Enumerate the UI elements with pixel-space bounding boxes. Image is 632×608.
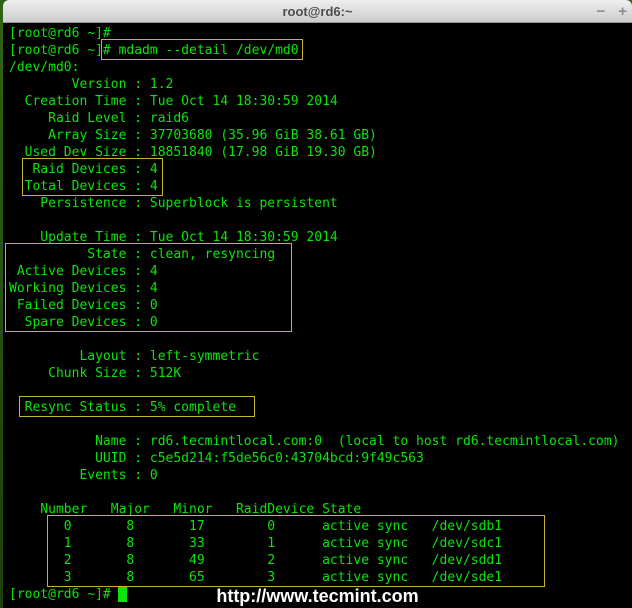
window-title: root@rd6:~ bbox=[282, 3, 353, 19]
terminal-line: Spare Devices : 0 bbox=[9, 315, 158, 330]
terminal-line: Events : 0 bbox=[9, 468, 158, 483]
watermark-text: http://www.tecmint.com bbox=[216, 586, 419, 606]
terminal-line: UUID : c5e5d214:f5de56c0:43704bcd:9f49c5… bbox=[9, 451, 424, 466]
terminal-line: Total Devices : 4 bbox=[9, 179, 158, 194]
terminal-line: Chunk Size : 512K bbox=[9, 366, 182, 381]
terminal-line: /dev/md0: bbox=[9, 60, 80, 75]
terminal-line: Name : rd6.tecmintlocal.com:0 (local to … bbox=[9, 434, 620, 449]
terminal-line: Creation Time : Tue Oct 14 18:30:59 2014 bbox=[9, 94, 338, 109]
terminal-line: Active Devices : 4 bbox=[9, 264, 158, 279]
terminal-line: 1 8 33 1 active sync /dev/sdc1 bbox=[9, 536, 503, 551]
maximize-icon[interactable]: + bbox=[618, 4, 627, 19]
terminal-line: 3 8 65 3 active sync /dev/sde1 bbox=[9, 570, 503, 585]
terminal-line: Working Devices : 4 bbox=[9, 281, 158, 296]
terminal-line: [root@rd6 ~]# bbox=[9, 26, 119, 41]
terminal-line: Resync Status : 5% complete bbox=[9, 400, 236, 415]
terminal-line: Raid Level : raid6 bbox=[9, 111, 190, 126]
terminal-line: Used Dev Size : 18851840 (17.98 GiB 19.3… bbox=[9, 145, 377, 160]
terminal-line: Persistence : Superblock is persistent bbox=[9, 196, 338, 211]
terminal-line: Raid Devices : 4 bbox=[9, 162, 158, 177]
terminal-cursor bbox=[118, 587, 128, 602]
terminal-line: [root@rd6 ~]# mdadm --detail /dev/md0 bbox=[9, 43, 299, 58]
terminal-line: Layout : left-symmetric bbox=[9, 349, 260, 364]
terminal-screen[interactable]: [root@rd6 ~]# [root@rd6 ~]# mdadm --deta… bbox=[3, 23, 632, 608]
minimize-icon[interactable]: − bbox=[596, 4, 605, 19]
terminal-line: 0 8 17 0 active sync /dev/sdb1 bbox=[9, 519, 503, 534]
terminal-line: Number Major Minor RaidDevice State bbox=[9, 502, 362, 517]
terminal-line: Failed Devices : 0 bbox=[9, 298, 158, 313]
terminal-line: State : clean, resyncing bbox=[9, 247, 276, 262]
terminal-line: Update Time : Tue Oct 14 18:30:59 2014 bbox=[9, 230, 338, 245]
window-titlebar[interactable]: root@rd6:~ − + bbox=[3, 0, 632, 23]
terminal-line: Version : 1.2 bbox=[9, 77, 174, 92]
terminal-line: 2 8 49 2 active sync /dev/sdd1 bbox=[9, 553, 503, 568]
terminal-window: root@rd6:~ − + [root@rd6 ~]# [root@rd6 ~… bbox=[3, 0, 632, 608]
terminal-line: Array Size : 37703680 (35.96 GiB 38.61 G… bbox=[9, 128, 377, 143]
window-controls: − + bbox=[596, 0, 627, 22]
